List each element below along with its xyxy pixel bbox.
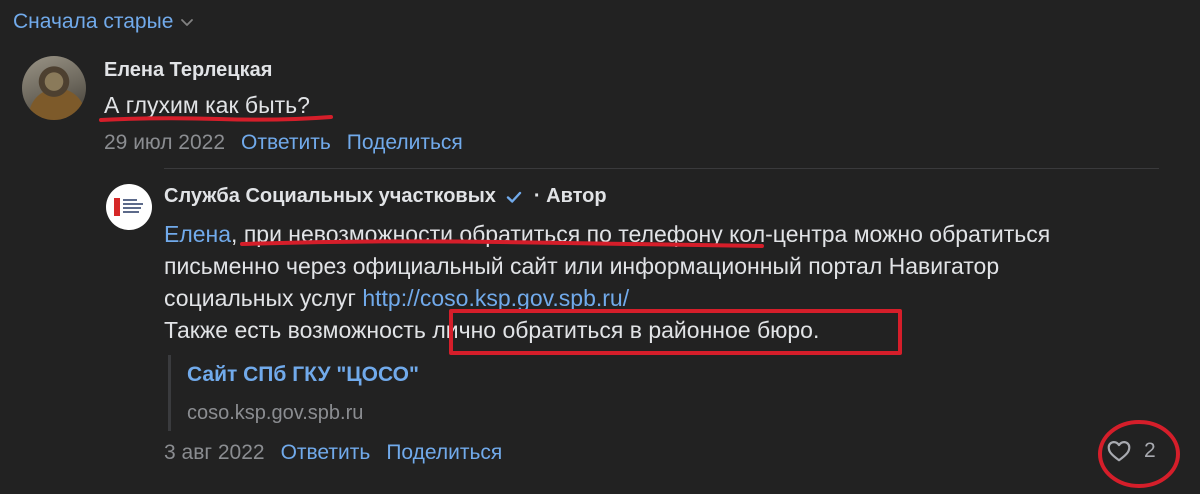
red-underline-annotation [99, 115, 333, 122]
chevron-down-icon [181, 19, 194, 26]
reply-button[interactable]: Ответить [241, 131, 331, 155]
sort-label: Сначала старые [13, 10, 174, 33]
avatar[interactable] [22, 56, 86, 120]
reply-date[interactable]: 3 авг 2022 [164, 441, 265, 465]
comments-section: Сначала старые Елена Терлецкая А глухим … [0, 0, 1200, 494]
share-button[interactable]: Поделиться [347, 131, 463, 155]
share-button[interactable]: Поделиться [386, 441, 502, 465]
author-badge: · Автор [533, 185, 607, 207]
snippet-domain: coso.ksp.gov.spb.ru [187, 402, 364, 424]
sort-dropdown[interactable]: Сначала старые [13, 10, 195, 34]
avatar[interactable] [106, 184, 152, 230]
comment-meta: 29 июл 2022 Ответить Поделиться [104, 131, 463, 155]
comment-author[interactable]: Елена Терлецкая [104, 59, 272, 82]
divider [164, 168, 1159, 169]
red-underline-annotation [240, 239, 764, 248]
comment-date[interactable]: 29 июл 2022 [104, 131, 225, 155]
mention-link[interactable]: Елена [164, 221, 231, 247]
reply-button[interactable]: Ответить [281, 441, 371, 465]
red-box-annotation [449, 309, 902, 355]
link-snippet[interactable]: Сайт СПб ГКУ "ЦОСО" coso.ksp.gov.spb.ru [168, 355, 588, 431]
logo-mark [114, 198, 120, 216]
reply-author[interactable]: Служба Социальных участковых [164, 185, 496, 208]
url-link[interactable]: http://coso.ksp.gov.spb.ru/ [362, 285, 629, 311]
red-circle-annotation [1098, 420, 1180, 488]
snippet-title[interactable]: Сайт СПб ГКУ "ЦОСО" [187, 363, 419, 387]
verified-check-icon [506, 191, 522, 203]
reply-meta: 3 авг 2022 Ответить Поделиться [164, 441, 502, 465]
reply-author-row: Служба Социальных участковых · Автор [164, 185, 607, 208]
